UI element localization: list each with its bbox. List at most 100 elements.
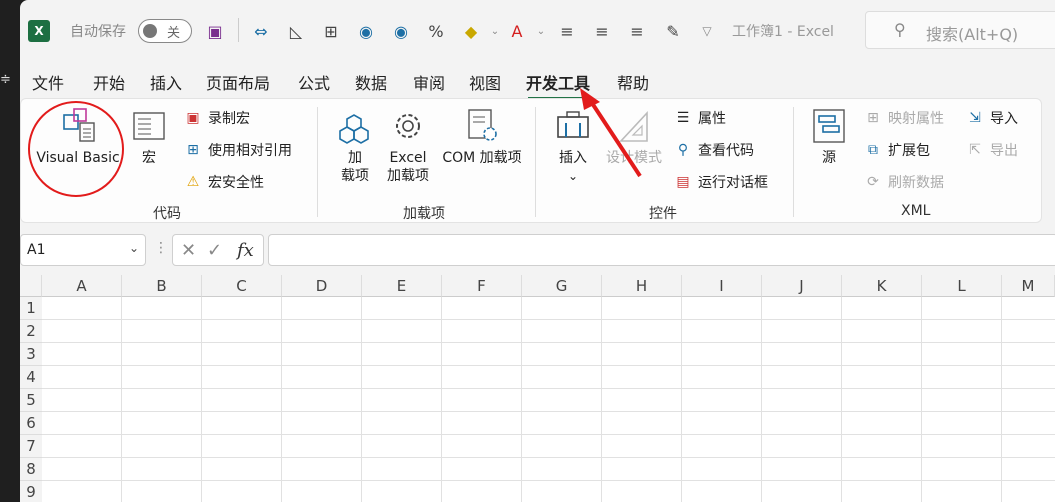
addins-button[interactable]: 加 载项	[333, 107, 377, 185]
group-divider	[793, 107, 794, 217]
properties-button[interactable]: ☰ 属性	[673, 107, 726, 129]
addins-label-2: 载项	[341, 168, 369, 184]
column-header-i[interactable]: I	[682, 275, 762, 297]
refresh-data-button[interactable]: ⟳ 刷新数据	[863, 171, 944, 193]
row-header-3[interactable]: 3	[20, 343, 42, 366]
tab-file[interactable]: 文件	[32, 70, 64, 94]
borders-icon[interactable]: ⊞	[318, 18, 344, 44]
fit-width-icon[interactable]: ⇔	[248, 18, 274, 44]
column-header-e[interactable]: E	[362, 275, 442, 297]
import-label: 导入	[990, 111, 1018, 127]
tab-review[interactable]: 审阅	[413, 70, 445, 94]
format-painter-icon[interactable]: ✎	[660, 18, 686, 44]
row-header-1[interactable]: 1	[20, 297, 42, 320]
run-dialog-icon: ▤	[676, 174, 690, 190]
worksheet-grid[interactable]: A B C D E F G H I J K L M 1 2 3 4 5 6 7 …	[20, 275, 1055, 502]
font-color-icon[interactable]: A	[504, 18, 530, 44]
refresh-data-label: 刷新数据	[888, 175, 944, 191]
map-properties-button[interactable]: ⊞ 映射属性	[863, 107, 944, 129]
row-header-2[interactable]: 2	[20, 320, 42, 343]
row-header-7[interactable]: 7	[20, 435, 42, 458]
run-dialog-button[interactable]: ▤ 运行对话框	[673, 171, 768, 193]
grid-line	[361, 297, 362, 502]
tab-formulas[interactable]: 公式	[298, 70, 330, 94]
column-header-f[interactable]: F	[442, 275, 522, 297]
xml-source-button[interactable]: 源	[809, 107, 849, 167]
relative-refs-icon: ⊞	[187, 142, 199, 158]
name-box[interactable]: A1 ⌄	[20, 234, 146, 266]
row-header-5[interactable]: 5	[20, 389, 42, 412]
macro-security-button[interactable]: ⚠ 宏安全性	[183, 171, 264, 193]
record-macro-button[interactable]: ▣ 录制宏	[183, 107, 250, 129]
column-header-c[interactable]: C	[202, 275, 282, 297]
map-properties-label: 映射属性	[888, 111, 944, 127]
column-header-a[interactable]: A	[42, 275, 122, 297]
circle-icon-2[interactable]: ◉	[388, 18, 414, 44]
save-icon[interactable]: ▣	[202, 18, 228, 44]
confirm-icon[interactable]: ✓	[207, 240, 222, 261]
export-button[interactable]: ⇱ 导出	[965, 139, 1018, 161]
align-right-icon[interactable]: ≡	[624, 18, 650, 44]
macros-button[interactable]: 宏	[129, 111, 169, 167]
grid-line	[521, 297, 522, 502]
document-title: 工作簿1 - Excel	[732, 24, 834, 40]
insert-function-icon[interactable]: fx	[237, 240, 254, 261]
column-header-l[interactable]: L	[922, 275, 1002, 297]
column-header-k[interactable]: K	[842, 275, 922, 297]
circle-icon[interactable]: ◉	[353, 18, 379, 44]
more-icon[interactable]: ⋮	[154, 240, 168, 256]
tab-home[interactable]: 开始	[93, 70, 125, 94]
column-header-b[interactable]: B	[122, 275, 202, 297]
grid-line	[121, 297, 122, 502]
expansion-packs-button[interactable]: ⧉ 扩展包	[863, 139, 930, 161]
column-header-h[interactable]: H	[602, 275, 682, 297]
grid-line	[42, 319, 1055, 320]
divider	[238, 18, 239, 42]
search-icon: ⚲	[894, 20, 906, 39]
search-box[interactable]: ⚲ 搜索(Alt+Q)	[865, 11, 1055, 49]
tab-page-layout[interactable]: 页面布局	[206, 70, 270, 94]
triangle-ruler-icon[interactable]: ◺	[283, 18, 309, 44]
com-addins-label: COM 加载项	[442, 150, 522, 166]
fill-color-icon[interactable]: ◆	[458, 18, 484, 44]
warning-icon: ⚠	[186, 174, 200, 190]
chevron-down-icon[interactable]: ⌄	[528, 18, 554, 44]
row-header-9[interactable]: 9	[20, 481, 42, 502]
background-text-fragment: ≑	[0, 72, 11, 87]
grid-line	[42, 342, 1055, 343]
com-addins-button[interactable]: COM 加载项	[437, 107, 527, 167]
row-header-6[interactable]: 6	[20, 412, 42, 435]
cancel-icon[interactable]: ✕	[181, 240, 196, 261]
align-left-icon[interactable]: ≡	[589, 18, 615, 44]
formula-input[interactable]	[268, 234, 1055, 266]
addins-icon	[339, 114, 369, 144]
grid-line	[281, 297, 282, 502]
row-header-4[interactable]: 4	[20, 366, 42, 389]
customize-toolbar-icon[interactable]: ▽	[694, 18, 720, 44]
relative-refs-button[interactable]: ⊞ 使用相对引用	[183, 139, 292, 161]
column-header-j[interactable]: J	[762, 275, 842, 297]
grid-line	[201, 297, 202, 502]
excel-addins-button[interactable]: Excel 加载项	[383, 107, 433, 185]
excel-addins-label-2: 加载项	[387, 168, 429, 184]
tab-view[interactable]: 视图	[469, 70, 501, 94]
macro-security-label: 宏安全性	[208, 175, 264, 191]
tab-data[interactable]: 数据	[355, 70, 387, 94]
chevron-down-icon[interactable]: ⌄	[129, 241, 139, 255]
grid-line	[761, 297, 762, 502]
align-center-icon[interactable]: ≡	[554, 18, 580, 44]
tab-insert[interactable]: 插入	[150, 70, 182, 94]
column-header-g[interactable]: G	[522, 275, 602, 297]
column-header-m[interactable]: M	[1002, 275, 1055, 297]
column-header-d[interactable]: D	[282, 275, 362, 297]
import-button[interactable]: ⇲ 导入	[965, 107, 1018, 129]
ribbon-tabs: 文件 开始 插入 页面布局 公式 数据 审阅 视图 开发工具 帮助	[20, 64, 1055, 100]
autosave-toggle[interactable]: 关	[138, 19, 192, 43]
view-code-button[interactable]: ⚲ 查看代码	[673, 139, 754, 161]
xml-source-label: 源	[822, 150, 836, 166]
select-all-corner[interactable]	[20, 275, 42, 297]
name-box-value: A1	[27, 242, 46, 258]
percent-icon[interactable]: %	[423, 18, 449, 44]
row-header-8[interactable]: 8	[20, 458, 42, 481]
excel-window: X 自动保存 关 ▣ ⇔ ◺ ⊞ ◉ ◉ % ◆ ⌄ A ⌄ ≡ ≡ ≡ ✎ ▽…	[20, 0, 1055, 502]
